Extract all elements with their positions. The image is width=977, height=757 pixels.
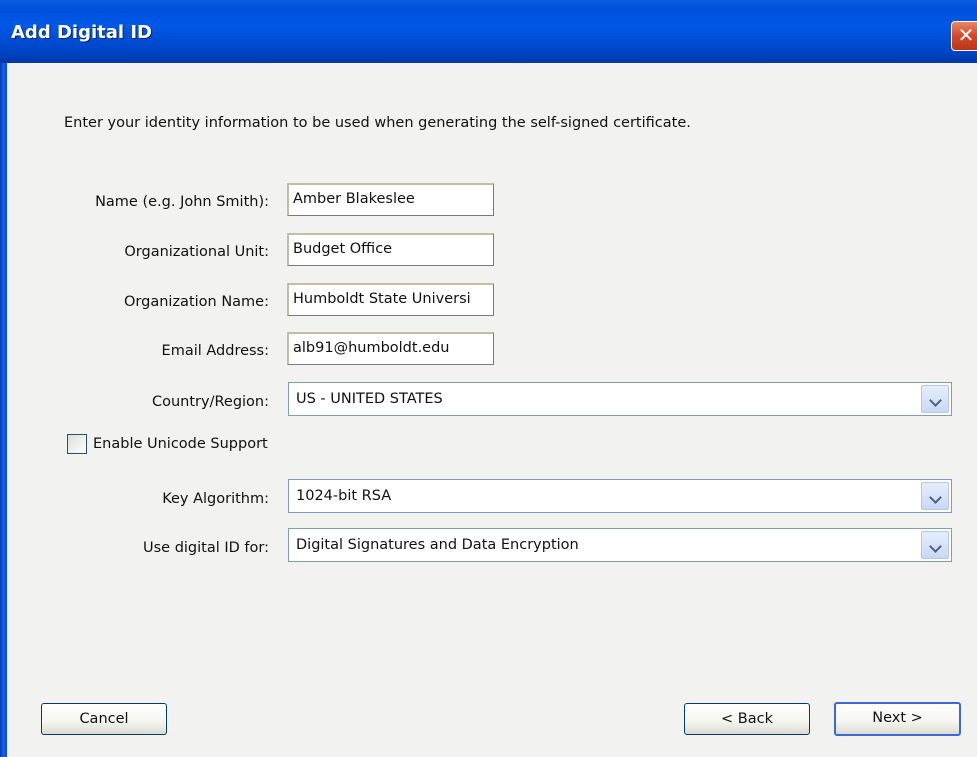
org-unit-field[interactable]: Budget Office — [287, 233, 494, 266]
cancel-button[interactable]: Cancel — [41, 703, 167, 735]
country-value: US - UNITED STATES — [296, 391, 443, 407]
dialog-body: Enter your identity information to be us… — [7, 63, 977, 757]
window-title: Add Digital ID — [11, 22, 152, 43]
back-button[interactable]: < Back — [684, 703, 810, 735]
country-label: Country/Region: — [151, 394, 269, 410]
email-field[interactable]: alb91@humboldt.edu — [287, 332, 494, 365]
usage-value: Digital Signatures and Data Encryption — [296, 537, 579, 553]
chevron-down-icon[interactable] — [921, 385, 949, 413]
next-button[interactable]: Next > — [834, 702, 961, 736]
name-field[interactable]: Amber Blakeslee — [287, 183, 494, 216]
key-algorithm-label: Key Algorithm: — [162, 491, 269, 507]
usage-select[interactable]: Digital Signatures and Data Encryption — [288, 528, 952, 562]
org-unit-label: Organizational Unit: — [124, 244, 269, 260]
key-algorithm-value: 1024-bit RSA — [296, 488, 392, 504]
unicode-checkbox[interactable] — [67, 434, 87, 454]
email-label: Email Address: — [161, 343, 269, 359]
close-button[interactable]: ✕ — [951, 21, 977, 51]
country-select[interactable]: US - UNITED STATES — [288, 382, 952, 416]
intro-text: Enter your identity information to be us… — [64, 115, 691, 131]
usage-label: Use digital ID for: — [143, 540, 269, 556]
title-bar[interactable]: Add Digital ID ✕ — [0, 0, 977, 63]
close-icon: ✕ — [957, 23, 975, 47]
chevron-down-icon[interactable] — [921, 531, 949, 559]
window-frame-left — [0, 63, 7, 757]
chevron-down-icon[interactable] — [921, 482, 949, 510]
name-label: Name (e.g. John Smith): — [95, 194, 269, 210]
org-name-label: Organization Name: — [124, 294, 269, 310]
unicode-checkbox-label[interactable]: Enable Unicode Support — [93, 436, 268, 452]
org-name-field[interactable]: Humboldt State Universi — [287, 283, 494, 316]
key-algorithm-select[interactable]: 1024-bit RSA — [288, 479, 952, 513]
